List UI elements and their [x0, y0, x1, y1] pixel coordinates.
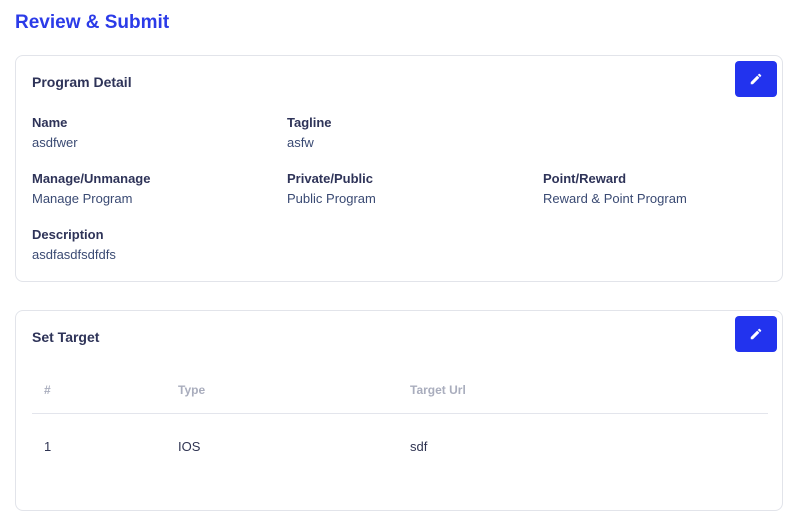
field-name: Name asdfwer [32, 115, 78, 151]
field-tagline-label: Tagline [287, 115, 332, 130]
column-header-target-url: Target Url [410, 383, 466, 397]
cell-type: IOS [178, 439, 201, 454]
field-reward: Point/Reward Reward & Point Program [543, 171, 687, 207]
field-name-value: asdfwer [32, 135, 78, 150]
column-header-type: Type [178, 383, 206, 397]
field-reward-label: Point/Reward [543, 171, 627, 186]
field-tagline: Tagline asfw [287, 115, 332, 151]
cell-number: 1 [44, 439, 52, 454]
field-description-value: asdfasdfsdfdfs [32, 247, 116, 262]
table-header: # Type Target Url [32, 369, 768, 414]
field-privacy-label: Private/Public [287, 171, 373, 186]
field-manage: Manage/Unmanage Manage Program [32, 171, 150, 207]
field-manage-value: Manage Program [32, 191, 133, 206]
column-header-number: # [44, 383, 51, 397]
field-manage-label: Manage/Unmanage [32, 171, 151, 186]
edit-set-target-button[interactable] [735, 316, 777, 352]
target-table: # Type Target Url 1 IOS sdf [32, 369, 768, 480]
field-description: Description asdfasdfsdfdfs [32, 227, 116, 263]
field-description-label: Description [32, 227, 104, 242]
review-submit-page: Review & Submit Program Detail Name asdf… [0, 0, 812, 530]
pencil-icon [750, 328, 762, 340]
field-name-label: Name [32, 115, 68, 130]
table-row: 1 IOS sdf [32, 414, 768, 480]
field-privacy: Private/Public Public Program [287, 171, 376, 207]
program-detail-card: Program Detail Name asdfwer Tagline asfw… [15, 55, 783, 282]
page-title: Review & Submit [15, 12, 170, 33]
set-target-title: Set Target [32, 329, 100, 345]
set-target-card: Set Target # Type Target Url 1 IOS sdf [15, 310, 783, 511]
edit-program-detail-button[interactable] [735, 61, 777, 97]
field-tagline-value: asfw [287, 135, 314, 150]
pencil-icon [750, 73, 762, 85]
field-reward-value: Reward & Point Program [543, 191, 687, 206]
field-privacy-value: Public Program [287, 191, 376, 206]
program-detail-title: Program Detail [32, 74, 132, 90]
cell-target-url: sdf [410, 439, 428, 454]
